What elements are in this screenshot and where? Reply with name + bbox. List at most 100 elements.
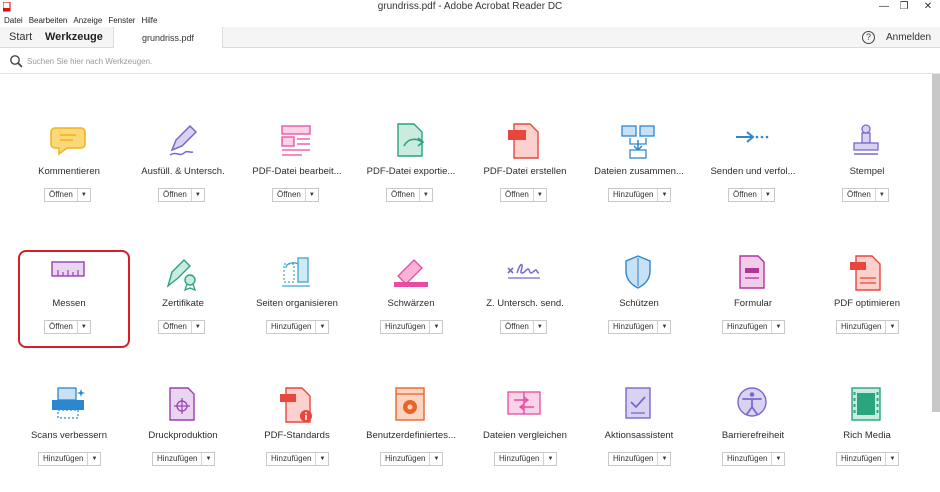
edit-pdf-icon — [281, 125, 311, 156]
tool-action-button[interactable]: Öffnen ▼ — [500, 188, 547, 202]
tool-action-button[interactable]: Öffnen ▼ — [158, 188, 205, 202]
tool-action-button[interactable]: Hinzufügen ▼ — [722, 452, 786, 466]
chevron-down-icon: ▼ — [422, 192, 429, 198]
tool-pdf-bearbeiten[interactable]: PDF-Datei bearbeit... Öffnen ▼ — [240, 122, 354, 232]
chevron-down-icon: ▼ — [308, 192, 315, 198]
chevron-down-icon: ▼ — [661, 192, 668, 198]
tool-label: PDF-Standards — [264, 430, 330, 441]
tab-tools[interactable]: Werkzeuge — [45, 31, 103, 43]
menu-hilfe[interactable]: Hilfe — [141, 14, 157, 27]
minimize-button[interactable]: — — [876, 0, 892, 14]
chevron-down-icon: ▼ — [889, 456, 896, 462]
tool-senden-verfolgen[interactable]: Senden und verfol... Öffnen ▼ — [696, 122, 810, 232]
chevron-down-icon: ▼ — [536, 192, 543, 198]
tool-action-button[interactable]: Hinzufügen ▼ — [380, 320, 444, 334]
tool-action-button[interactable]: Öffnen ▼ — [158, 320, 205, 334]
tool-action-button[interactable]: Öffnen ▼ — [728, 188, 775, 202]
form-icon — [739, 255, 765, 289]
tool-label: Rich Media — [843, 430, 891, 441]
tool-action-button[interactable]: Hinzufügen ▼ — [494, 452, 558, 466]
menu-bearbeiten[interactable]: Bearbeiten — [29, 14, 68, 27]
tool-label: Schwärzen — [387, 298, 435, 309]
tool-label: Benutzerdefiniertes... — [366, 430, 456, 441]
tool-ausfuellen-unterschreiben[interactable]: Ausfüll. & Untersch. Öffnen ▼ — [126, 122, 240, 232]
stamp-icon — [853, 124, 879, 155]
tool-pdf-standards[interactable]: PDF-Standards Hinzufügen ▼ — [240, 386, 354, 492]
tool-schuetzen[interactable]: Schützen Hinzufügen ▼ — [582, 254, 696, 364]
tool-aktionsassistent[interactable]: Aktionsassistent Hinzufügen ▼ — [582, 386, 696, 492]
chevron-down-icon: ▼ — [194, 192, 201, 198]
help-icon[interactable]: ? — [862, 31, 875, 44]
tool-action-button[interactable]: Hinzufügen ▼ — [722, 320, 786, 334]
accessibility-icon — [737, 387, 767, 417]
optimize-pdf-icon — [850, 255, 881, 291]
menu-anzeige[interactable]: Anzeige — [73, 14, 102, 27]
maximize-button[interactable]: ❐ — [896, 0, 912, 14]
tool-label: Ausfüll. & Untersch. — [141, 166, 225, 177]
chevron-down-icon: ▼ — [775, 456, 782, 462]
tool-druckproduktion[interactable]: Druckproduktion Hinzufügen ▼ — [126, 386, 240, 492]
tool-dateien-vergleichen[interactable]: Dateien vergleichen Hinzufügen ▼ — [468, 386, 582, 492]
tool-action-button[interactable]: Hinzufügen ▼ — [836, 320, 900, 334]
chevron-down-icon: ▼ — [661, 324, 668, 330]
tool-action-button[interactable]: Hinzufügen ▼ — [380, 452, 444, 466]
tab-document[interactable]: grundriss.pdf — [113, 27, 223, 48]
tool-action-button[interactable]: Hinzufügen ▼ — [266, 452, 330, 466]
tool-label: Dateien vergleichen — [483, 430, 567, 441]
tool-barrierefreiheit[interactable]: Barrierefreiheit Hinzufügen ▼ — [696, 386, 810, 492]
menu-fenster[interactable]: Fenster — [108, 14, 135, 27]
compare-files-icon — [507, 391, 541, 415]
protect-icon — [625, 255, 651, 289]
tool-rich-media[interactable]: Rich Media Hinzufügen ▼ — [810, 386, 924, 492]
tool-action-button[interactable]: Öffnen ▼ — [842, 188, 889, 202]
tool-action-button[interactable]: Hinzufügen ▼ — [152, 452, 216, 466]
tool-schwaerzen[interactable]: Schwärzen Hinzufügen ▼ — [354, 254, 468, 364]
tool-label: Dateien zusammen... — [594, 166, 684, 177]
tool-label: Stempel — [849, 166, 885, 177]
tool-formular[interactable]: Formular Hinzufügen ▼ — [696, 254, 810, 364]
tool-benutzerdefiniert[interactable]: Benutzerdefiniertes... Hinzufügen ▼ — [354, 386, 468, 492]
tool-action-button[interactable]: Hinzufügen ▼ — [608, 188, 672, 202]
tool-action-button[interactable]: Öffnen ▼ — [500, 320, 547, 334]
tool-action-button[interactable]: Hinzufügen ▼ — [608, 320, 672, 334]
tool-action-button[interactable]: Öffnen ▼ — [272, 188, 319, 202]
tool-label: Zertifikate — [162, 298, 204, 309]
rich-media-icon — [851, 387, 881, 421]
chevron-down-icon: ▼ — [91, 456, 98, 462]
tool-action-button[interactable]: Öffnen ▼ — [44, 188, 91, 202]
tool-dateien-zusammenfuegen[interactable]: Dateien zusammen... Hinzufügen ▼ — [582, 122, 696, 232]
tool-zur-unterschrift-senden[interactable]: Z. Untersch. send. Öffnen ▼ — [468, 254, 582, 364]
vertical-scrollbar[interactable] — [932, 74, 940, 412]
tool-action-button[interactable]: Hinzufügen ▼ — [266, 320, 330, 334]
tool-stempel[interactable]: Stempel Öffnen ▼ — [810, 122, 924, 232]
tool-action-button[interactable]: Hinzufügen ▼ — [38, 452, 102, 466]
tool-label: Barrierefreiheit — [721, 430, 785, 441]
pdf-standards-icon — [280, 387, 312, 423]
tool-label: Schützen — [619, 298, 659, 309]
tool-pdf-optimieren[interactable]: PDF optimieren Hinzufügen ▼ — [810, 254, 924, 364]
chevron-down-icon: ▼ — [194, 324, 201, 330]
tool-pdf-exportieren[interactable]: PDF-Datei exportie... Öffnen ▼ — [354, 122, 468, 232]
tool-kommentieren[interactable]: Kommentieren Öffnen ▼ — [12, 122, 126, 232]
tool-scans-verbessern[interactable]: Scans verbessern Hinzufügen ▼ — [12, 386, 126, 492]
tool-action-button[interactable]: Hinzufügen ▼ — [608, 452, 672, 466]
tool-pdf-erstellen[interactable]: PDF-Datei erstellen Öffnen ▼ — [468, 122, 582, 232]
tool-label: PDF-Datei exportie... — [366, 166, 456, 177]
search-input[interactable] — [27, 54, 527, 68]
login-button[interactable]: Anmelden — [886, 32, 931, 43]
menu-datei[interactable]: Datei — [4, 14, 23, 27]
tool-zertifikate[interactable]: Zertifikate Öffnen ▼ — [126, 254, 240, 364]
chevron-down-icon: ▼ — [205, 456, 212, 462]
highlight-frame — [18, 250, 130, 348]
send-signature-icon — [507, 263, 540, 279]
close-button[interactable]: ✕ — [920, 0, 936, 14]
combine-files-icon — [621, 125, 655, 159]
chevron-down-icon: ▼ — [764, 192, 771, 198]
tab-start[interactable]: Start — [9, 31, 32, 43]
tool-seiten-organisieren[interactable]: Seiten organisieren Hinzufügen ▼ — [240, 254, 354, 364]
tool-action-button[interactable]: Hinzufügen ▼ — [836, 452, 900, 466]
tool-label: PDF-Datei bearbeit... — [252, 166, 342, 177]
tool-label: Z. Untersch. send. — [486, 298, 564, 309]
tool-label: Senden und verfol... — [710, 166, 796, 177]
tool-action-button[interactable]: Öffnen ▼ — [386, 188, 433, 202]
